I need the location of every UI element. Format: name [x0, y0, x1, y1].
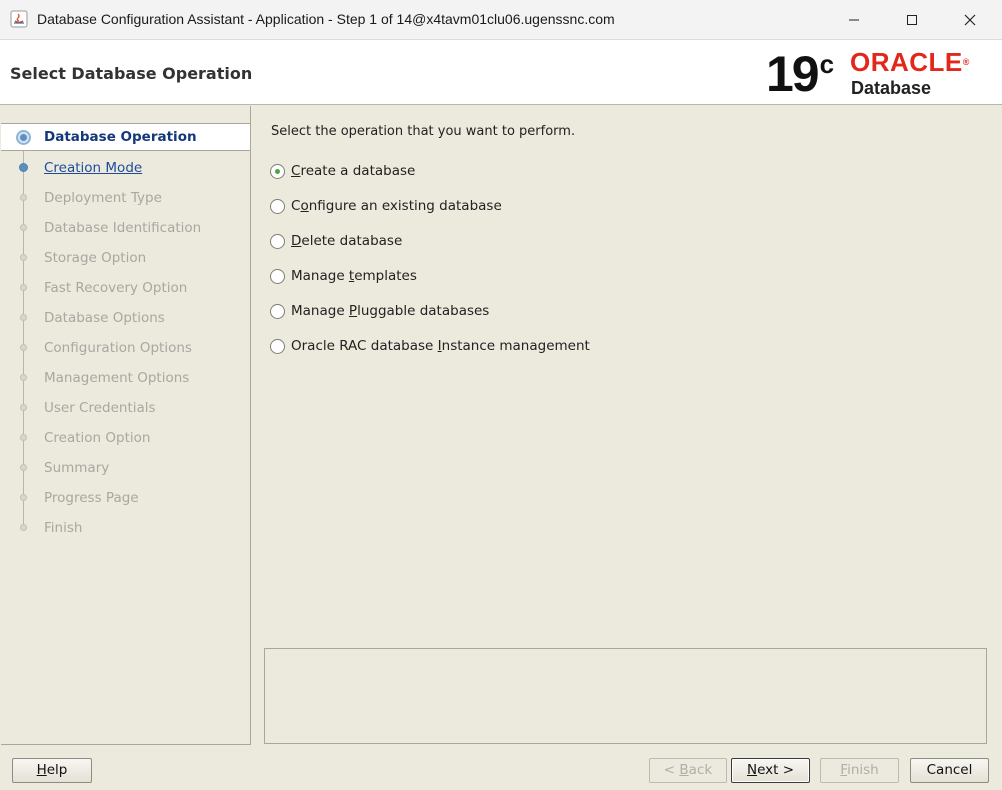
step-node-icon: [20, 434, 27, 441]
nav-step-summary: Summary: [1, 454, 250, 482]
cancel-button[interactable]: Cancel: [910, 758, 989, 783]
help-button[interactable]: Help: [12, 758, 92, 783]
current-step-icon: [16, 130, 31, 145]
title-bar: Database Configuration Assistant - Appli…: [0, 0, 1002, 40]
nav-step-label: User Credentials: [44, 400, 156, 416]
nav-step-deployment-type: Deployment Type: [1, 184, 250, 212]
close-button[interactable]: [941, 0, 999, 39]
step-node-icon: [20, 464, 27, 471]
nav-step-creation-mode[interactable]: Creation Mode: [1, 154, 250, 182]
nav-step-configuration-options: Configuration Options: [1, 334, 250, 362]
step-node-icon: [20, 404, 27, 411]
page-header: Select Database Operation 19c ORACLE® Da…: [0, 40, 1002, 105]
nav-step-label: Summary: [44, 460, 110, 476]
step-navigation: Database Operation Creation Mode Deploym…: [1, 106, 251, 745]
step-node-icon: [20, 524, 27, 531]
back-button[interactable]: < Back: [649, 758, 727, 783]
brand-version-sup: c: [819, 49, 835, 79]
option-label: Manage templates: [291, 268, 417, 284]
brand-company: ORACLE: [850, 47, 963, 77]
nav-step-user-credentials: User Credentials: [1, 394, 250, 422]
nav-step-database-operation[interactable]: Database Operation: [1, 123, 250, 151]
nav-step-label: Deployment Type: [44, 190, 162, 206]
nav-step-database-options: Database Options: [1, 304, 250, 332]
nav-step-label: Management Options: [44, 370, 190, 386]
option-label: Oracle RAC database Instance management: [291, 338, 590, 354]
step-node-icon: [20, 224, 27, 231]
radio-button[interactable]: [270, 339, 285, 354]
step-node-icon: [20, 254, 27, 261]
step-node-icon: [20, 314, 27, 321]
nav-step-label: Progress Page: [44, 490, 139, 506]
nav-step-label: Creation Option: [44, 430, 151, 446]
radio-button-selected[interactable]: [270, 164, 285, 179]
option-label: Create a database: [291, 163, 416, 179]
java-app-icon: [10, 10, 28, 28]
radio-button[interactable]: [270, 199, 285, 214]
operation-prompt: Select the operation that you want to pe…: [271, 124, 576, 139]
maximize-button[interactable]: [883, 0, 941, 39]
step-node-icon: [19, 163, 28, 172]
finish-button[interactable]: Finish: [820, 758, 899, 783]
nav-step-storage-option: Storage Option: [1, 244, 250, 272]
nav-step-label: Finish: [44, 520, 83, 536]
radio-button[interactable]: [270, 234, 285, 249]
step-node-icon: [20, 284, 27, 291]
option-label: Manage Pluggable databases: [291, 303, 490, 319]
radio-button[interactable]: [270, 304, 285, 319]
minimize-icon: [849, 19, 859, 20]
window-title: Database Configuration Assistant - Appli…: [37, 11, 615, 27]
option-label: Delete database: [291, 233, 403, 249]
nav-step-label: Creation Mode: [44, 160, 143, 176]
nav-step-finish: Finish: [1, 514, 250, 542]
close-icon: [964, 14, 976, 25]
step-node-icon: [20, 194, 27, 201]
nav-step-label: Configuration Options: [44, 340, 192, 356]
step-node-icon: [20, 344, 27, 351]
step-node-icon: [20, 374, 27, 381]
next-button[interactable]: Next >: [731, 758, 810, 783]
nav-step-creation-option: Creation Option: [1, 424, 250, 452]
oracle-19c-logo: 19c ORACLE® Database: [766, 46, 970, 102]
nav-step-label: Database Identification: [44, 220, 202, 236]
radio-button[interactable]: [270, 269, 285, 284]
page-title: Select Database Operation: [10, 64, 253, 83]
nav-step-label: Database Options: [44, 310, 165, 326]
nav-step-management-options: Management Options: [1, 364, 250, 392]
nav-step-label: Fast Recovery Option: [44, 280, 188, 296]
nav-step-progress-page: Progress Page: [1, 484, 250, 512]
nav-step-fast-recovery-option: Fast Recovery Option: [1, 274, 250, 302]
brand-version: 19: [766, 46, 820, 102]
maximize-icon: [907, 14, 917, 25]
nav-step-label: Database Operation: [44, 129, 197, 145]
message-area: [264, 648, 987, 744]
step-node-icon: [20, 494, 27, 501]
nav-step-label: Storage Option: [44, 250, 147, 266]
minimize-button[interactable]: [825, 0, 883, 39]
option-label: Configure an existing database: [291, 198, 502, 214]
brand-product: Database: [851, 78, 932, 98]
nav-step-database-identification: Database Identification: [1, 214, 250, 242]
